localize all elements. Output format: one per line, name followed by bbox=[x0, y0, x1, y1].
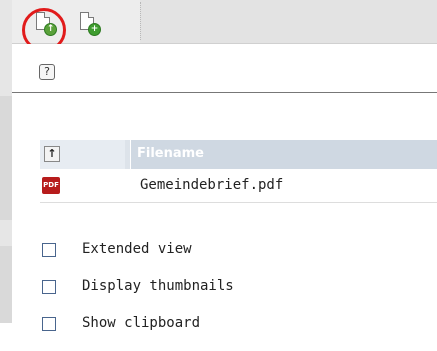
display-thumbnails-label: Display thumbnails bbox=[82, 278, 234, 294]
extended-view-checkbox[interactable] bbox=[42, 243, 56, 257]
extended-view-label: Extended view bbox=[82, 241, 192, 257]
table-row[interactable]: PDF Gemeindebrief.pdf bbox=[40, 169, 437, 203]
file-list-header: ↑ Filename bbox=[40, 140, 437, 169]
pdf-icon[interactable]: PDF bbox=[42, 177, 60, 194]
left-frame-strip bbox=[0, 0, 12, 323]
toolbar-separator bbox=[140, 2, 142, 40]
subtoolbar bbox=[12, 44, 437, 93]
toolbar-right-area bbox=[140, 0, 437, 43]
new-file-button[interactable]: + bbox=[80, 12, 101, 36]
header-up-cell: ↑ bbox=[40, 140, 125, 169]
left-strip-segment bbox=[0, 0, 12, 96]
display-thumbnails-checkbox[interactable] bbox=[42, 280, 56, 294]
file-list-table: ↑ Filename PDF Gemeindebrief.pdf bbox=[40, 140, 437, 203]
header-filename-cell[interactable]: Filename bbox=[130, 140, 437, 169]
show-clipboard-checkbox[interactable] bbox=[42, 317, 56, 331]
help-icon[interactable]: ? bbox=[39, 64, 55, 80]
file-name-link[interactable]: Gemeindebrief.pdf bbox=[140, 177, 283, 193]
show-clipboard-label: Show clipboard bbox=[82, 315, 201, 331]
up-folder-button[interactable]: ↑ bbox=[44, 146, 60, 162]
plus-icon: + bbox=[88, 23, 101, 36]
left-strip-segment bbox=[0, 220, 12, 246]
filename-column-header[interactable]: Filename bbox=[137, 146, 204, 161]
toolbar: ↑ + bbox=[12, 0, 437, 44]
